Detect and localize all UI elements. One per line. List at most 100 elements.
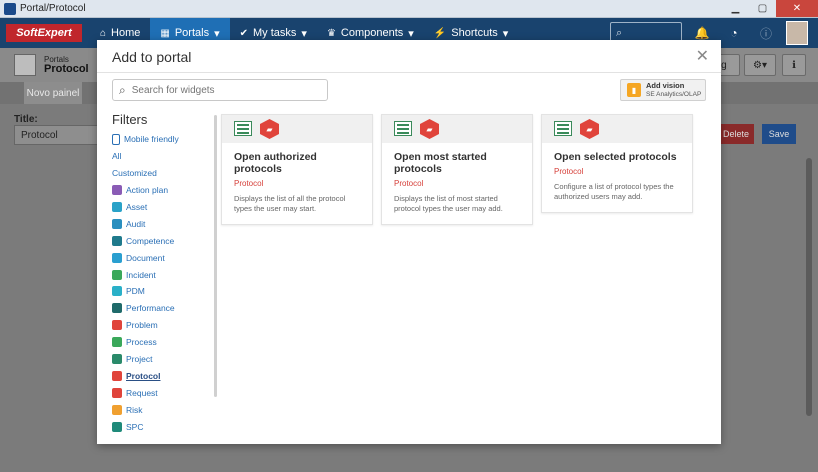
filter-spc[interactable]: SPC	[112, 418, 212, 435]
search-icon: ⌕	[616, 26, 623, 39]
dialog-divider	[97, 72, 721, 73]
filter-label: Risk	[126, 404, 143, 415]
chevron-down-icon: ▾	[502, 27, 509, 40]
tab-novo-painel[interactable]: Novo painel	[24, 82, 82, 104]
filter-protocol[interactable]: Protocol	[112, 367, 212, 384]
filter-label: Problem	[126, 320, 158, 331]
window-title: Portal/Protocol	[20, 3, 86, 14]
card-module: Protocol	[394, 179, 424, 188]
filter-project[interactable]: Project	[112, 351, 212, 368]
add-vision-text: Add vision SE Analytics/OLAP	[646, 81, 701, 99]
filter-label: Protocol	[126, 370, 161, 381]
filter-process[interactable]: Process	[112, 334, 212, 351]
window-controls: ▁ ▢ ✕	[722, 0, 818, 17]
filter-all[interactable]: All	[112, 148, 212, 165]
nav-shortcuts-label: Shortcuts	[451, 27, 498, 39]
card-title: Open authorized protocols	[234, 151, 317, 175]
filter-label: Mobile friendly	[124, 134, 179, 145]
filter-label: Request	[126, 387, 158, 398]
request-icon	[112, 387, 122, 398]
add-vision-button[interactable]: ▮ Add vision SE Analytics/OLAP	[620, 79, 706, 101]
card-description: Configure a list of protocol types the a…	[554, 182, 674, 201]
card-module: Protocol	[554, 167, 584, 176]
filter-pdm[interactable]: PDM	[112, 283, 212, 300]
protocol-icon: ▰	[260, 119, 279, 139]
window-titlebar: Portal/Protocol ▁ ▢ ✕	[0, 0, 818, 18]
widget-card[interactable]: ▰ Open authorized protocols Protocol Dis…	[221, 114, 373, 225]
add-to-portal-dialog: Add to portal ✕ ⌕ ▮ Add vision SE Analyt…	[97, 40, 721, 444]
chevron-down-icon: ▾	[214, 27, 220, 40]
risk-icon	[112, 404, 122, 415]
minimize-button[interactable]: ▁	[722, 0, 749, 17]
card-description: Displays the list of most started protoc…	[394, 194, 503, 213]
card-body: Open most started protocols Protocol Dis…	[382, 143, 532, 224]
close-window-button[interactable]: ✕	[776, 0, 818, 17]
trophy-icon: ♛	[326, 27, 336, 39]
softexpert-logo[interactable]: SoftExpert	[6, 24, 82, 42]
title-input[interactable]: Protocol	[14, 125, 100, 145]
page-scrollbar[interactable]	[806, 158, 812, 416]
filter-label: Customized	[112, 168, 157, 179]
add-vision-sub: SE Analytics/OLAP	[646, 91, 702, 98]
mobile-icon	[112, 133, 120, 145]
filter-customized[interactable]: Customized	[112, 165, 212, 182]
filters-scrollbar[interactable]	[214, 115, 217, 397]
filter-asset[interactable]: Asset	[112, 199, 212, 216]
info-icon[interactable]: ℹ	[782, 54, 806, 76]
portals-icon: ▦	[160, 27, 170, 39]
filter-label: Project	[126, 354, 153, 365]
filter-mobile-friendly[interactable]: Mobile friendly	[112, 131, 212, 148]
delete-button[interactable]: Delete	[718, 124, 754, 144]
filter-competence[interactable]: Competence	[112, 232, 212, 249]
card-body: Open selected protocols Protocol Configu…	[542, 143, 692, 212]
filter-incident[interactable]: Incident	[112, 266, 212, 283]
filter-document[interactable]: Document	[112, 249, 212, 266]
analytics-icon: ▮	[627, 83, 641, 97]
protocol-icon: ▰	[580, 119, 599, 139]
pdm-icon	[112, 286, 122, 297]
nav-portals-label: Portals	[174, 27, 210, 39]
app-trophy-icon	[4, 2, 16, 15]
maximize-button[interactable]: ▢	[749, 0, 776, 17]
nav-my-tasks-label: My tasks	[253, 27, 297, 39]
card-header: ▰	[382, 115, 532, 143]
list-widget-icon	[554, 121, 572, 136]
gear-icon[interactable]: ⚙▾	[744, 54, 776, 76]
close-icon[interactable]: ✕	[696, 46, 709, 66]
performance-icon	[112, 303, 122, 314]
filter-label: Action plan	[126, 185, 169, 196]
action-plan-icon	[112, 185, 122, 196]
widget-search[interactable]: ⌕	[112, 79, 328, 101]
widget-card[interactable]: ▰ Open selected protocols Protocol Confi…	[541, 114, 693, 213]
nav-components-label: Components	[340, 27, 404, 39]
filter-label: Performance	[126, 303, 175, 314]
protocol-icon: ▰	[420, 119, 439, 139]
avatar[interactable]	[786, 21, 808, 45]
widget-card[interactable]: ▰ Open most started protocols Protocol D…	[381, 114, 533, 225]
filter-problem[interactable]: Problem	[112, 317, 212, 334]
filter-performance[interactable]: Performance	[112, 300, 212, 317]
filters-panel: Filters Mobile friendly All Customized A…	[112, 112, 212, 435]
filter-label: SPC	[126, 421, 144, 432]
tasks-alert-icon[interactable]: ◔	[722, 21, 746, 45]
portal-thumbnail-icon	[14, 54, 36, 76]
card-title: Open selected protocols	[554, 151, 677, 163]
problem-icon	[112, 320, 122, 331]
save-button[interactable]: Save	[762, 124, 796, 144]
widget-search-input[interactable]	[131, 84, 312, 96]
filter-request[interactable]: Request	[112, 384, 212, 401]
home-icon: ⌂	[100, 27, 107, 39]
filter-label: Incident	[126, 269, 156, 280]
filter-label: Asset	[126, 202, 148, 212]
add-vision-label: Add vision	[646, 81, 685, 90]
chevron-down-icon: ▾	[408, 27, 414, 40]
title-label: Title:	[14, 114, 38, 125]
document-icon	[112, 252, 122, 263]
filter-risk[interactable]: Risk	[112, 401, 212, 418]
filter-audit[interactable]: Audit	[112, 215, 212, 232]
spc-icon	[112, 421, 122, 432]
help-icon[interactable]: ⓘ	[754, 21, 778, 45]
filter-label: PDM	[126, 286, 145, 297]
asset-icon	[112, 202, 122, 212]
filter-action-plan[interactable]: Action plan	[112, 182, 212, 199]
